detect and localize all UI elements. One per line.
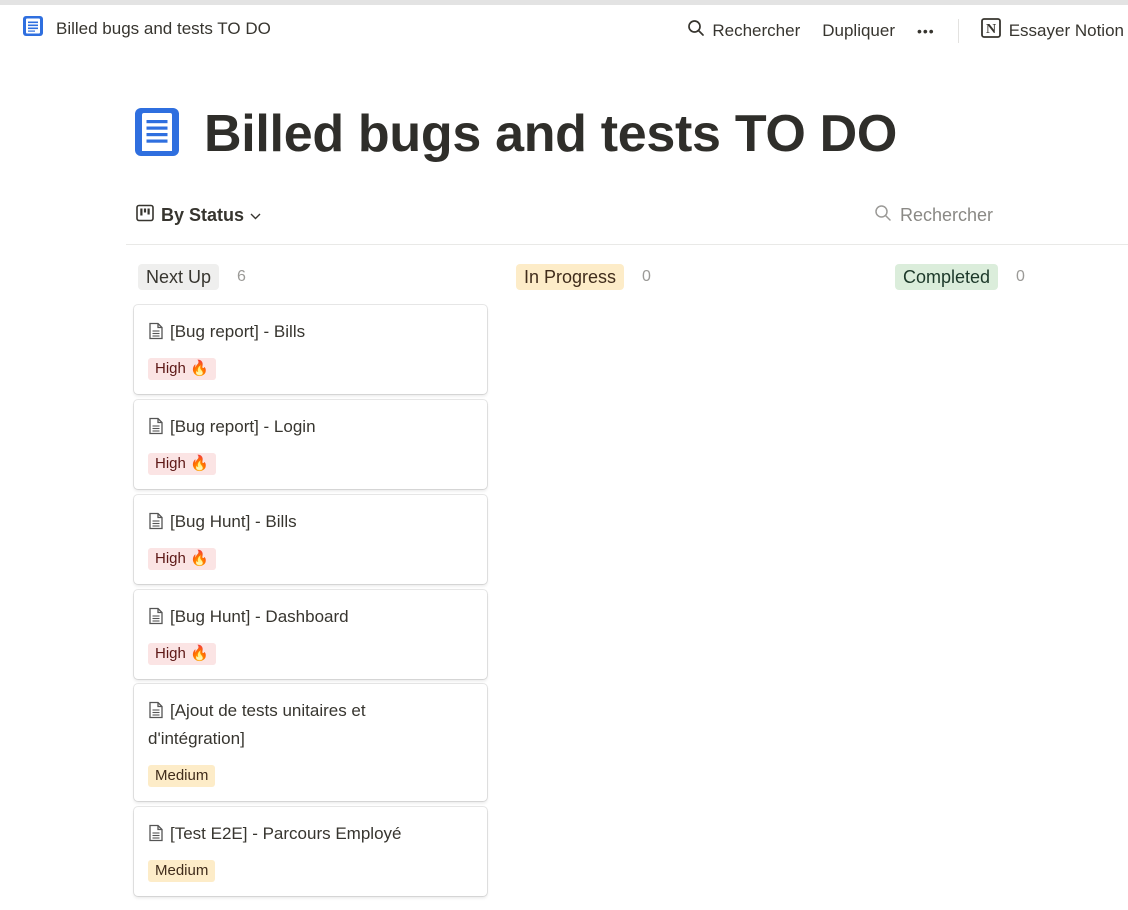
card-title-row: [Test E2E] - Parcours Employé [148, 821, 473, 849]
status-pill: Next Up [138, 264, 220, 290]
column-count: 0 [642, 268, 651, 285]
more-options-button[interactable]: ••• [917, 21, 935, 41]
svg-text:N: N [986, 22, 996, 37]
view-name: By Status [161, 205, 245, 225]
column-header-next-up[interactable]: Next Up 6 [138, 264, 246, 290]
status-pill: Completed [895, 264, 999, 290]
notepad-icon [134, 107, 180, 162]
chevron-down-icon [250, 209, 261, 223]
page-icon [148, 607, 164, 632]
column-count: 6 [237, 268, 246, 285]
page-icon [148, 824, 164, 849]
card-title-row: [Bug Hunt] - Bills [148, 509, 473, 537]
priority-tag: High 🔥 [148, 358, 216, 380]
card-title: [Test E2E] - Parcours Employé [170, 824, 402, 843]
card-title: [Ajout de tests unitaires et d'intégrati… [148, 701, 366, 748]
board-icon [136, 204, 154, 227]
notepad-icon [22, 15, 44, 42]
search-button[interactable]: Rechercher [687, 17, 800, 44]
priority-tag: High 🔥 [148, 548, 216, 570]
divider [957, 18, 959, 43]
priority-tag: High 🔥 [148, 643, 216, 665]
board-card[interactable]: [Bug Hunt] - Bills High 🔥 [134, 495, 487, 584]
card-title-row: [Bug Hunt] - Dashboard [148, 604, 473, 632]
search-icon [874, 204, 892, 227]
page-title: Billed bugs and tests TO DO [204, 105, 898, 163]
breadcrumb[interactable]: Billed bugs and tests TO DO [22, 15, 271, 42]
try-notion-label: Essayer Notion [1008, 20, 1124, 40]
card-title: [Bug Hunt] - Bills [170, 512, 297, 531]
search-placeholder: Rechercher [900, 205, 994, 225]
notion-logo-icon: N [980, 17, 1002, 44]
page-icon [148, 322, 164, 347]
search-label: Rechercher [712, 20, 801, 40]
search-icon [687, 19, 705, 42]
duplicate-button[interactable]: Dupliquer [822, 19, 895, 43]
view-selector[interactable]: By Status [136, 204, 261, 227]
card-title-row: [Ajout de tests unitaires et d'intégrati… [148, 698, 417, 751]
view-bar: By Status Rechercher [126, 190, 1128, 245]
board-card[interactable]: [Bug report] - Login High 🔥 [134, 400, 487, 489]
card-title-row: [Bug report] - Bills [148, 319, 473, 347]
priority-tag: Medium [148, 860, 216, 882]
board-card[interactable]: [Bug report] - Bills High 🔥 [134, 305, 487, 394]
card-title: [Bug Hunt] - Dashboard [170, 607, 349, 626]
board-card[interactable]: [Bug Hunt] - Dashboard High 🔥 [134, 590, 487, 679]
page-icon [148, 512, 164, 537]
board-card[interactable]: [Ajout de tests unitaires et d'intégrati… [134, 684, 487, 801]
top-bar: Billed bugs and tests TO DO Rechercher D… [0, 0, 1128, 58]
page-header: Billed bugs and tests TO DO [134, 104, 897, 164]
column-count: 0 [1016, 268, 1025, 285]
page-icon [148, 701, 164, 726]
try-notion-button[interactable]: N Essayer Notion [980, 15, 1124, 46]
board-card[interactable]: [Test E2E] - Parcours Employé Medium [134, 807, 487, 896]
column-header-completed[interactable]: Completed 0 [895, 264, 1025, 290]
status-pill: In Progress [516, 264, 625, 290]
priority-tag: High 🔥 [148, 453, 216, 475]
column-header-in-progress[interactable]: In Progress 0 [516, 264, 651, 290]
card-title-row: [Bug report] - Login [148, 414, 473, 442]
duplicate-label: Dupliquer [822, 20, 895, 40]
view-search-input[interactable]: Rechercher [874, 204, 993, 227]
breadcrumb-title: Billed bugs and tests TO DO [56, 18, 271, 38]
card-title: [Bug report] - Bills [170, 322, 306, 341]
priority-tag: Medium [148, 765, 216, 787]
page-icon [148, 417, 164, 442]
card-title: [Bug report] - Login [170, 417, 316, 436]
more-icon: ••• [917, 22, 935, 39]
